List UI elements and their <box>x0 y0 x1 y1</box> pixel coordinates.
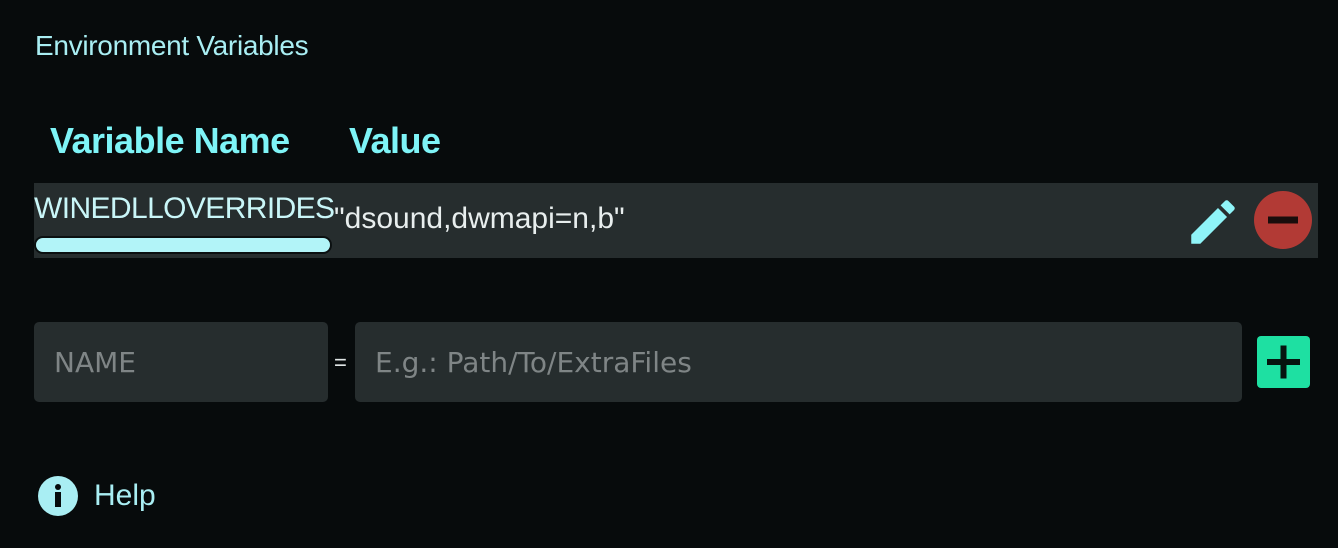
info-icon <box>38 476 78 516</box>
variable-value: "dsound,dwmapi=n,b" <box>334 202 625 235</box>
variable-name-scrollbar[interactable] <box>36 238 330 252</box>
add-variable-button[interactable] <box>1257 336 1310 388</box>
environment-variables-panel: Environment Variables Variable Name Valu… <box>0 0 1338 548</box>
minus-circle-icon <box>1254 191 1312 249</box>
help-label: Help <box>94 479 156 512</box>
column-header-variable-name: Variable Name <box>50 120 290 161</box>
equals-separator: = <box>334 350 347 375</box>
help-link[interactable]: Help <box>38 474 156 518</box>
plus-icon <box>1267 345 1300 379</box>
variable-row: WINEDLLOVERRIDES "dsound,dwmapi=n,b" <box>34 183 1318 258</box>
section-title: Environment Variables <box>35 30 309 61</box>
edit-variable-button[interactable] <box>1184 193 1242 251</box>
new-variable-value-input[interactable] <box>355 322 1242 402</box>
new-variable-name-input[interactable] <box>34 322 328 402</box>
remove-variable-button[interactable] <box>1253 190 1313 250</box>
column-header-value: Value <box>349 120 441 161</box>
pencil-icon <box>1191 200 1235 244</box>
variable-name: WINEDLLOVERRIDES <box>34 192 335 225</box>
